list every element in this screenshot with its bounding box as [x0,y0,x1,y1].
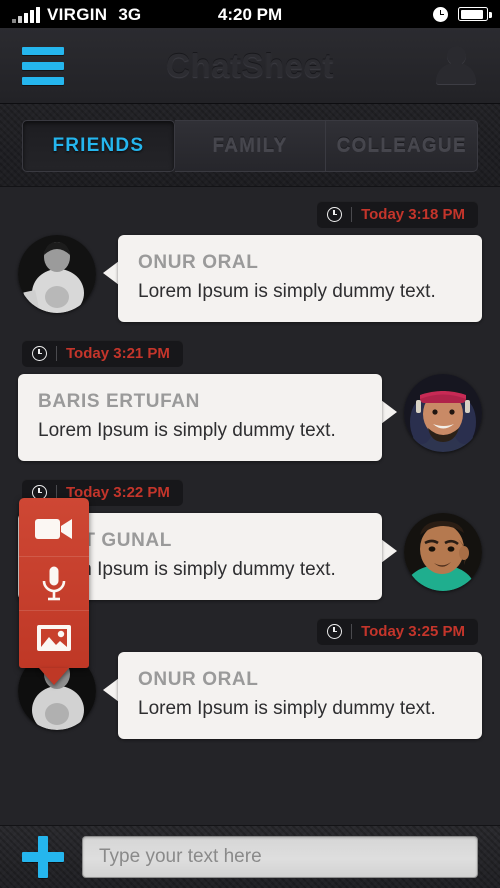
carrier-name: VIRGIN [47,4,108,24]
message-sender-name: BARIS ERTUFAN [38,391,200,412]
message-sender-name: ONUR ORAL [138,252,259,273]
panel-arrow [39,668,69,685]
timestamp-row: Today 3:21 PM [0,340,500,367]
message-timestamp: Today 3:18 PM [317,201,478,228]
tab-family-label: FAMILY [212,135,288,156]
app-screen: VIRGIN 3G 4:20 PM ChatSheet FRIENDS FAMI… [0,0,500,888]
message-bubble: ONUR ORAL Lorem Ipsum is simply dummy te… [118,235,482,322]
message-timestamp: Today 3:21 PM [22,340,183,367]
user-avatar-icon[interactable] [434,45,478,86]
battery-icon [458,7,492,21]
clock-icon [433,6,448,22]
chat-message-list[interactable]: Today 3:18 PM ONUR ORAL Lorem Ipsum is s… [0,187,500,825]
divider [351,624,353,639]
bubble-tail [103,261,119,285]
hamburger-menu-icon[interactable] [22,46,64,85]
message-timestamp: Today 3:25 PM [317,618,478,645]
message-text: Lorem Ipsum is simply dummy text. [138,281,436,302]
timestamp-row: Today 3:18 PM [0,201,500,228]
bubble-tail [381,400,397,424]
message-bubble: ONUR ORAL Lorem Ipsum is simply dummy te… [118,652,482,739]
bubble-tail [381,539,397,563]
clock-icon [327,207,343,222]
tab-colleague-label: COLLEAGUE [336,135,467,156]
status-bar: VIRGIN 3G 4:20 PM [0,0,500,28]
avatar[interactable] [18,235,96,313]
message-composer-bar [0,825,500,888]
photo-image-icon[interactable] [19,610,89,664]
timestamp-text: Today 3:25 PM [361,623,465,640]
chat-message: ONUR ORAL Lorem Ipsum is simply dummy te… [0,235,500,322]
video-camera-icon[interactable] [19,502,89,556]
divider [351,207,353,222]
tab-friends[interactable]: FRIENDS [22,120,175,172]
message-text: Lorem Ipsum is simply dummy text. [38,420,336,441]
divider [56,346,57,361]
tab-colleague[interactable]: COLLEAGUE [326,120,479,172]
status-bar-left: VIRGIN 3G [12,6,141,23]
avatar[interactable] [404,374,482,452]
attachment-action-panel [19,498,89,685]
clock-icon [32,346,47,361]
plus-icon[interactable] [22,836,64,878]
microphone-icon[interactable] [19,556,89,610]
message-text: Lorem Ipsum is simply dummy text. [138,698,436,719]
network-type: 3G [118,4,142,24]
page-title: ChatSheet [166,46,334,84]
tab-family[interactable]: FAMILY [174,120,327,172]
status-bar-right [433,6,492,22]
clock-icon [327,624,343,639]
bubble-tail [103,678,119,702]
chat-message: BARIS ERTUFAN Lorem Ipsum is simply dumm… [0,374,500,461]
app-header: ChatSheet [0,28,500,104]
signal-bars-icon [12,6,40,23]
tab-bar: FRIENDS FAMILY COLLEAGUE [0,104,500,187]
message-bubble: BARIS ERTUFAN Lorem Ipsum is simply dumm… [18,374,382,461]
timestamp-text: Today 3:18 PM [361,206,465,223]
message-sender-name: ONUR ORAL [138,669,259,690]
tab-friends-label: FRIENDS [52,135,145,156]
avatar[interactable] [404,513,482,591]
timestamp-text: Today 3:21 PM [66,345,170,362]
message-input[interactable] [82,836,478,878]
